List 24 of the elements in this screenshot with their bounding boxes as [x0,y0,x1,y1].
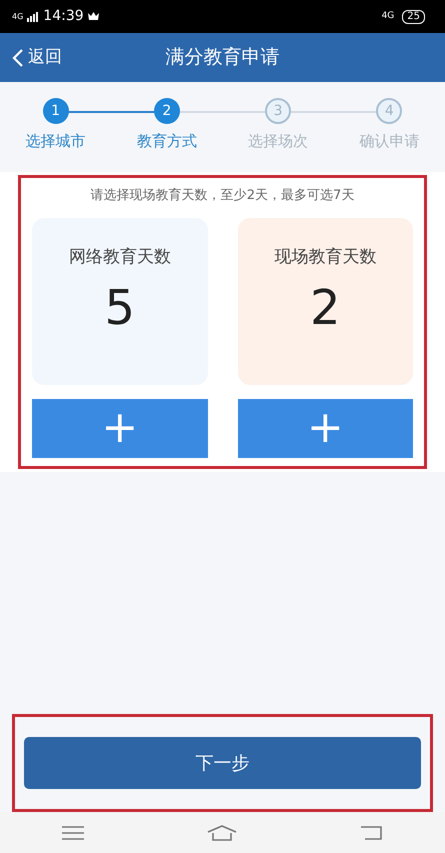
page-title: 满分教育申请 [166,45,280,70]
card-label: 现场教育天数 [274,246,376,268]
back-icon[interactable] [361,826,384,840]
step-label: 教育方式 [136,131,197,152]
card-label: 网络教育天数 [68,246,171,268]
increment-button[interactable]: + [238,398,413,458]
step-label: 确认申请 [359,131,420,152]
hint-text: 请选择现场教育天数，至少2天，最多可选7天 [90,186,354,205]
back-button[interactable]: 返回 [0,44,62,70]
chevron-left-icon [12,48,24,68]
step-label: 选择城市 [26,131,86,152]
increment-button[interactable]: + [32,398,208,458]
signal-icon [27,12,40,22]
step-label: 选择场次 [248,131,308,152]
menu-icon[interactable] [62,826,84,840]
home-icon[interactable] [207,824,238,840]
network-label: 4G [382,10,394,23]
battery-indicator: 25 [402,10,425,24]
crown-icon [88,12,99,21]
day-count: 5 [104,284,136,332]
clock-time: 14:39 [43,7,84,26]
day-count: 2 [310,284,341,332]
network-label: 4G [12,12,24,20]
next-button[interactable]: 下一步 [24,737,421,789]
